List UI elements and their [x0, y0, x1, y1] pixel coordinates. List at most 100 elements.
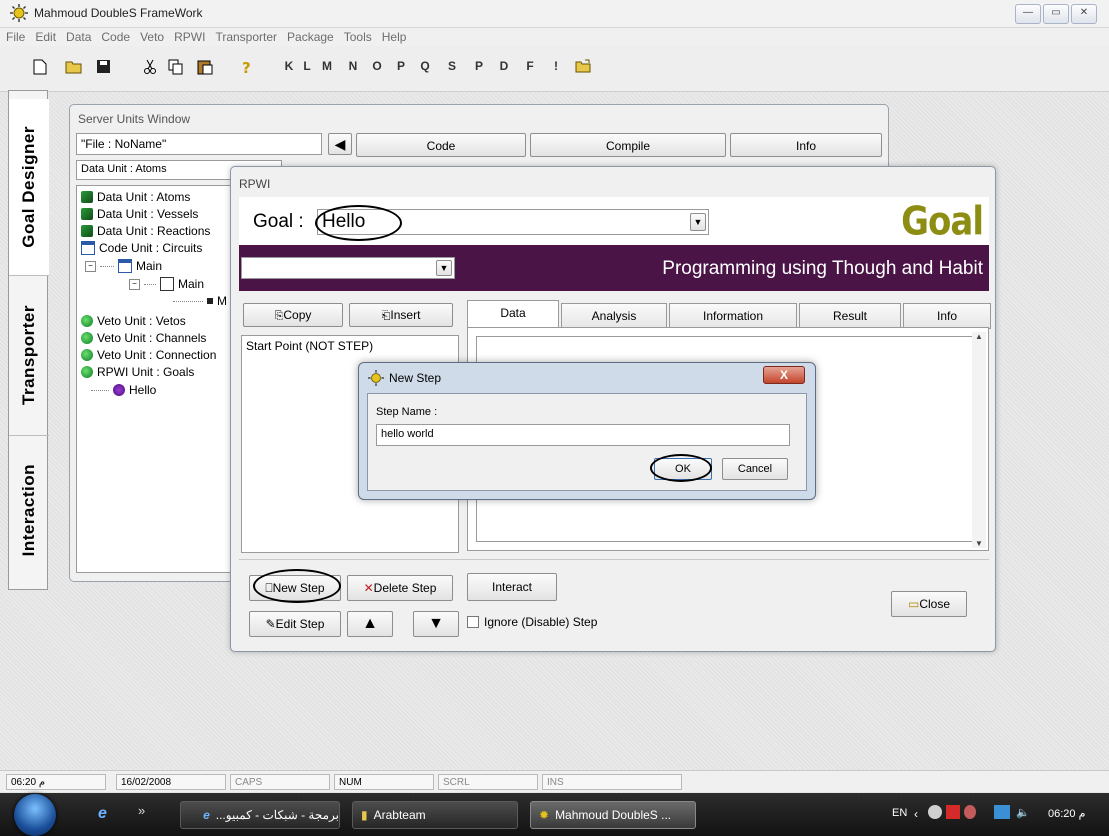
tab-information[interactable]: Information: [669, 303, 797, 329]
vertical-scrollbar[interactable]: ▲ ▼: [972, 332, 986, 548]
step-name-label: Step Name :: [376, 406, 438, 418]
tool-n[interactable]: N: [346, 59, 360, 77]
scroll-up-icon[interactable]: ▲: [972, 332, 986, 341]
help-icon[interactable]: ?: [238, 59, 256, 77]
tree-item-circuits[interactable]: Code Unit : Circuits: [81, 241, 202, 255]
menu-tools[interactable]: Tools: [339, 28, 377, 46]
menu-file[interactable]: File: [0, 28, 30, 46]
menu-code[interactable]: Code: [96, 28, 135, 46]
tool-m[interactable]: M: [320, 59, 334, 77]
tab-result[interactable]: Result: [799, 303, 901, 329]
side-tab-goal-designer[interactable]: Goal Designer: [9, 99, 49, 276]
new-file-icon[interactable]: [30, 59, 50, 77]
tree-item-main[interactable]: − Main: [85, 259, 162, 273]
tab-data[interactable]: Data: [467, 300, 559, 329]
tool-q[interactable]: Q: [418, 59, 432, 77]
insert-button[interactable]: ⎗Insert: [349, 303, 453, 327]
app-sun-icon: [368, 370, 384, 386]
status-caps: CAPS: [230, 774, 330, 790]
tray-expand-icon[interactable]: ‹: [914, 807, 918, 821]
compile-button[interactable]: Compile: [530, 133, 726, 157]
save-icon[interactable]: [93, 59, 113, 77]
list-item[interactable]: Start Point (NOT STEP): [246, 339, 454, 353]
copy-button[interactable]: ⎘Copy: [243, 303, 343, 327]
code-button[interactable]: Code: [356, 133, 526, 157]
tool-l[interactable]: L: [300, 59, 314, 77]
tab-info[interactable]: Info: [903, 303, 991, 329]
tool-k[interactable]: K: [282, 59, 296, 77]
tool-exclaim[interactable]: !: [549, 59, 563, 77]
menu-package[interactable]: Package: [282, 28, 339, 46]
tool-s[interactable]: S: [445, 59, 459, 77]
step-filter-select[interactable]: ▼: [241, 257, 455, 279]
close-button[interactable]: ▭Close: [891, 591, 967, 617]
tree-item-channels[interactable]: Veto Unit : Channels: [81, 331, 206, 345]
menu-data[interactable]: Data: [61, 28, 96, 46]
scroll-down-icon[interactable]: ▼: [972, 539, 986, 548]
tree-item-vetos[interactable]: Veto Unit : Vetos: [81, 314, 186, 328]
open-folder-icon[interactable]: [63, 59, 85, 77]
menu-rpwi[interactable]: RPWI: [169, 28, 210, 46]
tray-connection-icon[interactable]: [994, 805, 1010, 819]
volume-icon[interactable]: 🔈: [1016, 806, 1030, 819]
ignore-step-checkbox[interactable]: [467, 616, 479, 628]
tray-shield-icon[interactable]: [964, 805, 976, 819]
tool-f[interactable]: F: [523, 59, 537, 77]
info-button[interactable]: Info: [730, 133, 882, 157]
tab-analysis[interactable]: Analysis: [561, 303, 667, 329]
paste-icon[interactable]: [195, 59, 215, 77]
tree-item-m[interactable]: M: [173, 294, 227, 308]
collapse-toggle-icon[interactable]: −: [129, 278, 140, 290]
close-window-button[interactable]: ✕: [1071, 4, 1097, 24]
collapse-left-button[interactable]: ◀: [328, 133, 352, 155]
side-tab-interaction[interactable]: Interaction: [9, 435, 49, 585]
task-arabteam[interactable]: ▮ Arabteam: [352, 801, 518, 829]
menu-transporter[interactable]: Transporter: [210, 28, 282, 46]
taskbar-clock: 06:20 م: [1048, 808, 1086, 820]
move-up-button[interactable]: ▲: [347, 611, 393, 637]
tree-item-hello[interactable]: Hello: [91, 383, 156, 397]
tool-p2[interactable]: P: [472, 59, 486, 77]
collapse-toggle-icon[interactable]: −: [85, 260, 96, 272]
menu-help[interactable]: Help: [377, 28, 412, 46]
task-arabic-browser[interactable]: برمجة - شبكات - كمبيو... e: [180, 801, 340, 829]
interact-button[interactable]: Interact: [467, 573, 557, 601]
tree-item-reactions[interactable]: Data Unit : Reactions: [81, 224, 210, 238]
tool-p[interactable]: P: [394, 59, 408, 77]
tree-item-atoms[interactable]: Data Unit : Atoms: [81, 190, 190, 204]
task-mahmoud-framework[interactable]: ✹ Mahmoud DoubleS ...: [530, 801, 696, 829]
side-tab-transporter[interactable]: Transporter: [9, 275, 49, 436]
file-name-field[interactable]: "File : NoName": [76, 133, 322, 155]
maximize-button[interactable]: ▭: [1043, 4, 1069, 24]
cut-icon[interactable]: [140, 59, 160, 77]
tree-item-main-child[interactable]: − Main: [129, 277, 204, 291]
filter-dropdown-arrow-icon[interactable]: ▼: [436, 260, 452, 276]
minimize-button[interactable]: —: [1015, 4, 1041, 24]
leaf-square-icon: [207, 298, 213, 304]
move-down-button[interactable]: ▼: [413, 611, 459, 637]
tree-item-vessels[interactable]: Data Unit : Vessels: [81, 207, 198, 221]
cancel-button[interactable]: Cancel: [722, 458, 788, 480]
tool-d[interactable]: D: [497, 59, 511, 77]
dialog-close-button[interactable]: X: [763, 366, 805, 384]
module-icon: [118, 259, 132, 273]
menu-veto[interactable]: Veto: [135, 28, 169, 46]
copy-icon[interactable]: [166, 59, 186, 77]
menu-edit[interactable]: Edit: [30, 28, 61, 46]
language-indicator[interactable]: EN: [892, 807, 907, 819]
tool-o[interactable]: O: [370, 59, 384, 77]
start-button[interactable]: [14, 794, 56, 836]
tree-item-goals[interactable]: RPWI Unit : Goals: [81, 365, 194, 379]
quicklaunch-chevron[interactable]: »: [138, 803, 145, 818]
tray-antivirus-icon[interactable]: [946, 805, 960, 819]
folder-icon: ▮: [361, 808, 368, 822]
folder-export-icon[interactable]: [573, 59, 593, 77]
goal-dropdown-arrow-icon[interactable]: ▼: [690, 213, 706, 231]
tagline-banner: ▼ Programming using Though and Habit: [239, 245, 989, 291]
step-name-input[interactable]: hello world: [376, 424, 790, 446]
tray-network-globe-icon[interactable]: [928, 805, 942, 819]
tree-item-connection[interactable]: Veto Unit : Connection: [81, 348, 216, 362]
edit-step-button[interactable]: ✎Edit Step: [249, 611, 341, 637]
delete-step-button[interactable]: ✕Delete Step: [347, 575, 453, 601]
internet-explorer-icon[interactable]: e: [98, 805, 118, 825]
